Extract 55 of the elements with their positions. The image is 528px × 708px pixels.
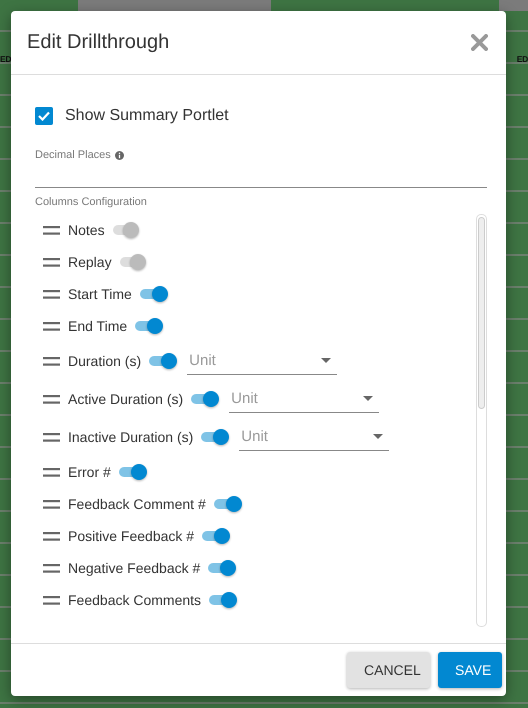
- dialog-title: Edit Drillthrough: [27, 31, 170, 54]
- column-label: Feedback Comments: [68, 592, 202, 608]
- drag-handle-icon[interactable]: [43, 500, 60, 508]
- table-header-text: ED: [516, 54, 528, 64]
- table-header-text: ED: [0, 54, 12, 64]
- column-label: Feedback Comment #: [68, 496, 206, 512]
- field-label: Decimal Places: [35, 149, 111, 161]
- table-header-cell: [499, 0, 528, 11]
- drag-handle-icon[interactable]: [43, 394, 60, 404]
- unit-dropdown[interactable]: Unit: [187, 347, 338, 375]
- toggle-switch[interactable]: [201, 429, 228, 445]
- column-label: Active Duration (s): [68, 391, 184, 407]
- toggle-switch[interactable]: [120, 254, 146, 270]
- cancel-button[interactable]: CANCEL: [347, 652, 430, 688]
- column-label: Error #: [68, 464, 111, 480]
- toggle-switch[interactable]: [191, 391, 218, 407]
- toggle-switch[interactable]: [112, 222, 139, 238]
- drag-handle-icon[interactable]: [43, 432, 60, 442]
- column-label: Negative Feedback #: [68, 560, 200, 576]
- toggle-switch[interactable]: [149, 353, 176, 369]
- column-label: Start Time: [68, 286, 132, 302]
- unit-dropdown[interactable]: Unit: [239, 423, 390, 451]
- toggle-switch[interactable]: [209, 592, 236, 608]
- drag-handle-icon[interactable]: [43, 258, 60, 266]
- column-label: Duration (s): [68, 353, 142, 369]
- drag-handle-icon[interactable]: [43, 356, 60, 366]
- toggle-switch[interactable]: [135, 318, 162, 334]
- drag-handle-icon[interactable]: [43, 596, 60, 604]
- drag-handle-icon[interactable]: [43, 532, 60, 540]
- drag-handle-icon[interactable]: [43, 226, 60, 234]
- column-label: End Time: [68, 318, 128, 334]
- toggle-switch[interactable]: [118, 464, 145, 480]
- drag-handle-icon[interactable]: [43, 564, 60, 572]
- save-button[interactable]: SAVE: [438, 652, 502, 688]
- drag-handle-icon[interactable]: [43, 290, 60, 298]
- caret-icon: [321, 358, 332, 363]
- unit-dropdown[interactable]: Unit: [229, 385, 380, 413]
- scrollbar[interactable]: [476, 214, 487, 627]
- column-label: Replay: [68, 254, 112, 270]
- column-label: Inactive Duration (s): [68, 429, 194, 445]
- drag-handle-icon[interactable]: [43, 322, 60, 330]
- drag-handle-icon[interactable]: [43, 468, 60, 476]
- section-label: Columns Configuration: [35, 196, 148, 208]
- toggle-switch[interactable]: [140, 286, 166, 302]
- column-label: Notes: [68, 222, 105, 238]
- checkbox-label: Show Summary Portlet: [65, 107, 229, 125]
- toggle-switch[interactable]: [214, 496, 240, 512]
- column-label: Positive Feedback #: [68, 528, 194, 544]
- close-icon[interactable]: [471, 34, 488, 51]
- toggle-switch[interactable]: [208, 560, 234, 576]
- caret-icon: [363, 396, 374, 401]
- info-icon: [114, 150, 124, 160]
- caret-icon: [373, 434, 384, 439]
- toggle-switch[interactable]: [202, 528, 228, 544]
- checkbox[interactable]: [35, 107, 53, 125]
